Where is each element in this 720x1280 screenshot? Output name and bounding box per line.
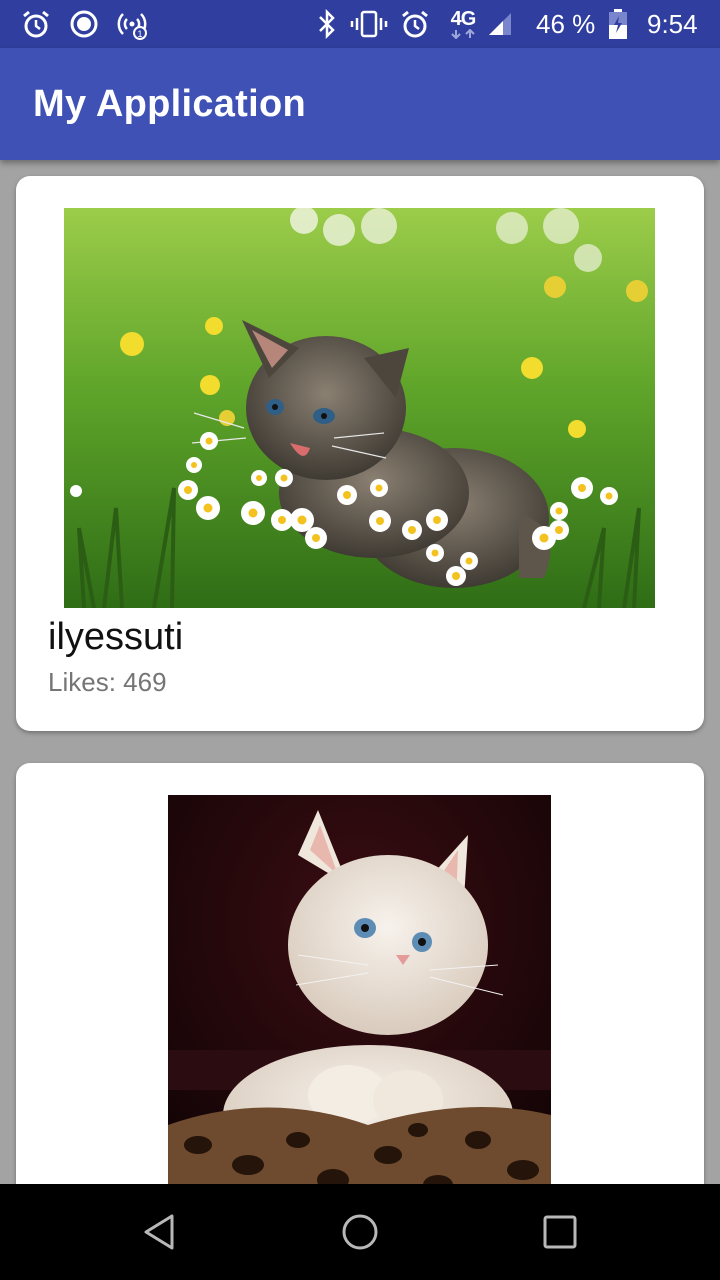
svg-text:1: 1 bbox=[137, 29, 142, 39]
post-feed[interactable]: ilyessuti Likes: 469 bbox=[0, 160, 720, 1184]
signal-icon bbox=[486, 0, 514, 48]
battery-percent: 46 % bbox=[536, 9, 596, 39]
back-icon[interactable] bbox=[132, 1204, 188, 1260]
post-likes: Likes: 469 bbox=[48, 667, 167, 697]
post-card[interactable] bbox=[16, 763, 704, 1184]
app-bar: My Application bbox=[0, 48, 720, 160]
home-icon[interactable] bbox=[332, 1204, 388, 1260]
clock: 9:54 bbox=[647, 9, 698, 39]
alarm-icon bbox=[20, 0, 52, 48]
network-label: 4G bbox=[450, 8, 477, 30]
battery-icon bbox=[606, 0, 630, 48]
status-bar: 1 4G 46 % 9:54 bbox=[0, 0, 720, 48]
bluetooth-icon bbox=[314, 0, 340, 48]
app-title: My Application bbox=[33, 83, 307, 125]
vibrate-icon bbox=[350, 0, 388, 48]
alarm-icon bbox=[399, 0, 431, 48]
recents-icon[interactable] bbox=[532, 1204, 588, 1260]
post-image-kitten-in-daisies[interactable] bbox=[64, 208, 655, 608]
post-card[interactable]: ilyessuti Likes: 469 bbox=[16, 176, 704, 731]
record-icon bbox=[68, 0, 100, 48]
post-image-white-kitten-on-blanket[interactable] bbox=[168, 795, 551, 1184]
post-username: ilyessuti bbox=[48, 616, 184, 658]
navigation-bar bbox=[0, 1184, 720, 1280]
network-4g-icon: 4G bbox=[440, 0, 486, 48]
hotspot-icon: 1 bbox=[114, 0, 150, 48]
